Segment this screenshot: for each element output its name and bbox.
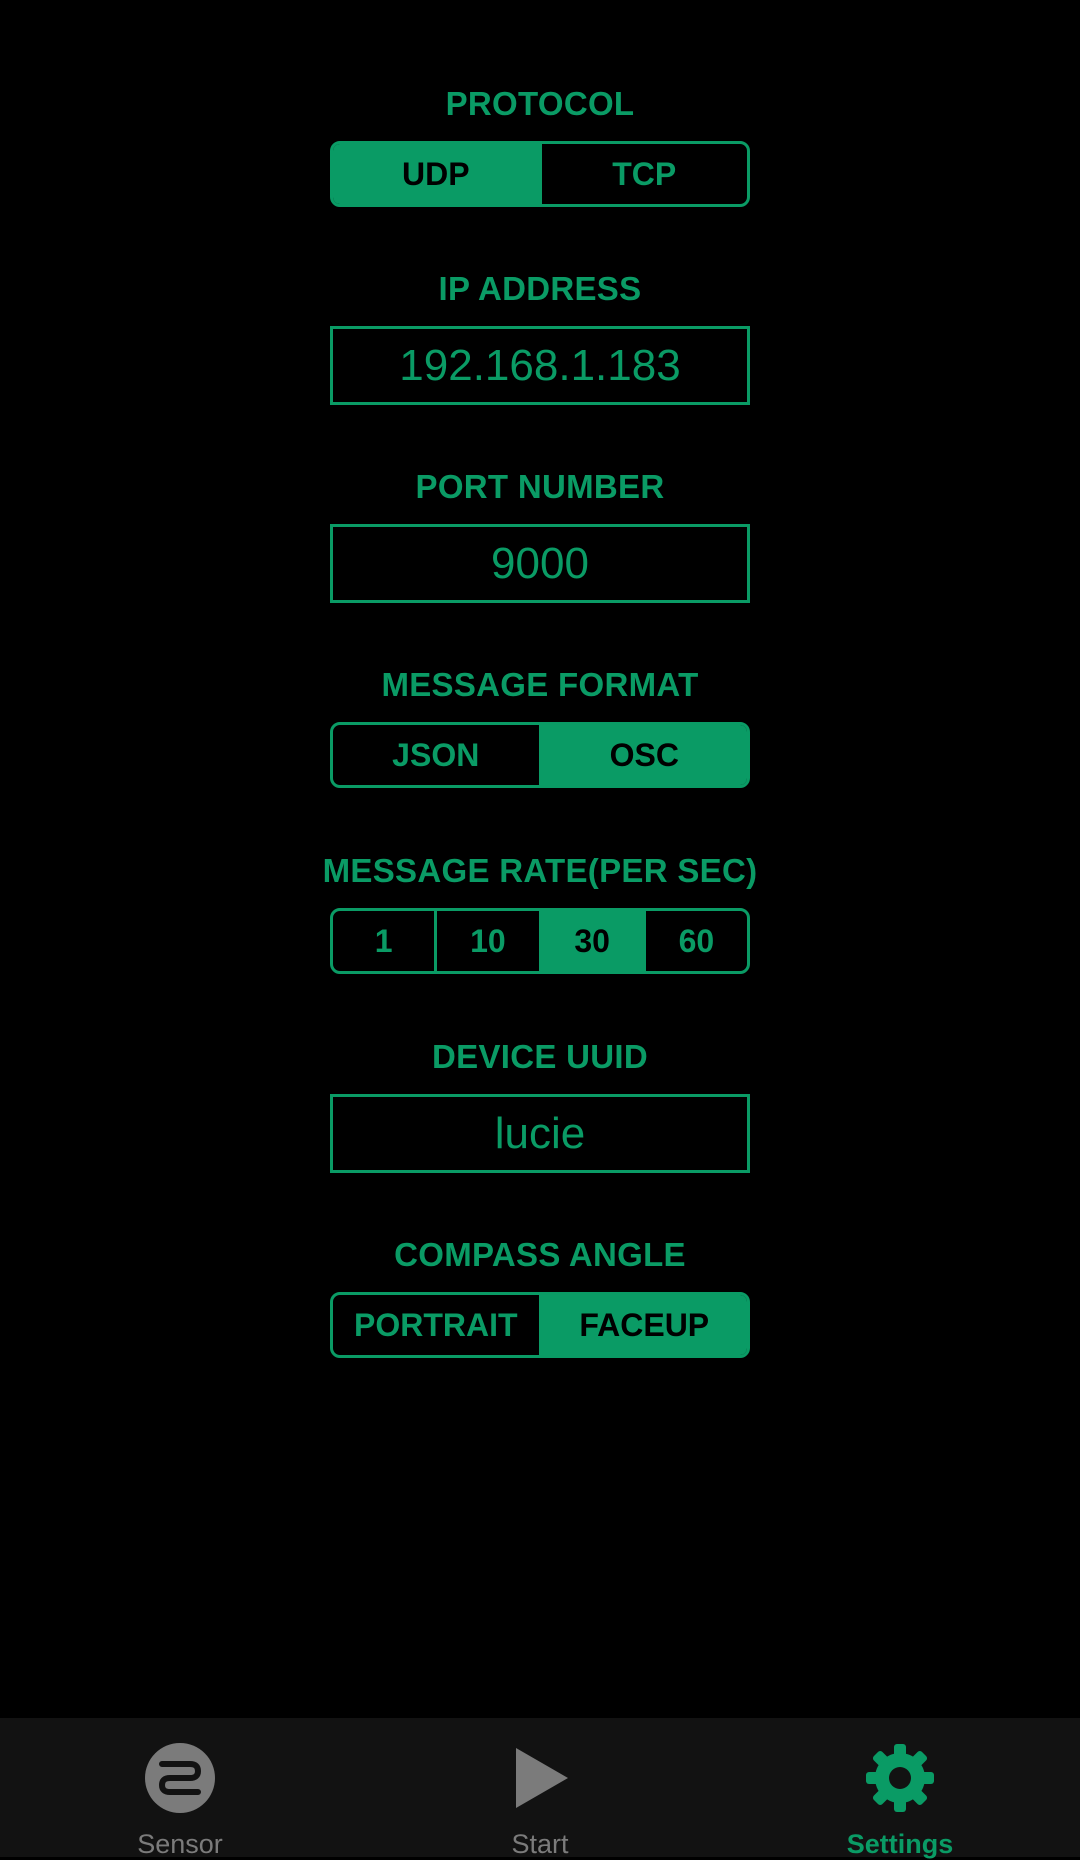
- protocol-option-udp[interactable]: UDP: [333, 144, 539, 204]
- compass-angle-selector: PORTRAIT FACEUP: [330, 1292, 750, 1358]
- compass-angle-option-portrait[interactable]: PORTRAIT: [333, 1295, 539, 1355]
- device-uuid-field[interactable]: lucie: [330, 1094, 750, 1173]
- compass-angle-option-faceup[interactable]: FACEUP: [538, 1295, 747, 1355]
- nav-label-sensor: Sensor: [137, 1829, 223, 1859]
- ip-address-label: IP ADDRESS: [438, 270, 642, 307]
- ip-address-field[interactable]: 192.168.1.183: [330, 326, 750, 405]
- protocol-option-tcp[interactable]: TCP: [538, 144, 748, 204]
- message-format-selector: JSON OSC: [330, 722, 750, 788]
- nav-item-settings[interactable]: Settings: [720, 1718, 1080, 1859]
- nav-item-sensor[interactable]: Sensor: [0, 1718, 360, 1859]
- message-rate-label: MESSAGE RATE(PER SEC): [322, 852, 758, 889]
- message-format-option-json[interactable]: JSON: [333, 725, 539, 785]
- gear-icon: [866, 1744, 934, 1812]
- bottom-navigation: Sensor Start Settings: [0, 1718, 1080, 1859]
- protocol-selector: UDP TCP: [330, 141, 750, 207]
- sensor-icon: [145, 1743, 215, 1813]
- nav-label-settings: Settings: [846, 1829, 954, 1859]
- message-rate-selector: 1 10 30 60: [330, 908, 750, 974]
- play-icon: [516, 1748, 568, 1808]
- nav-label-start: Start: [511, 1829, 569, 1859]
- port-number-label: PORT NUMBER: [415, 468, 665, 505]
- message-rate-option-10[interactable]: 10: [434, 911, 538, 971]
- message-rate-option-60[interactable]: 60: [642, 911, 747, 971]
- message-rate-option-30[interactable]: 30: [538, 911, 643, 971]
- device-uuid-label: DEVICE UUID: [432, 1038, 648, 1075]
- nav-item-start[interactable]: Start: [360, 1718, 720, 1859]
- port-number-field[interactable]: 9000: [330, 524, 750, 603]
- message-format-label: MESSAGE FORMAT: [381, 666, 699, 703]
- message-rate-option-1[interactable]: 1: [333, 911, 434, 971]
- message-format-option-osc[interactable]: OSC: [538, 725, 747, 785]
- compass-angle-label: COMPASS ANGLE: [394, 1236, 686, 1273]
- protocol-label: PROTOCOL: [445, 85, 635, 122]
